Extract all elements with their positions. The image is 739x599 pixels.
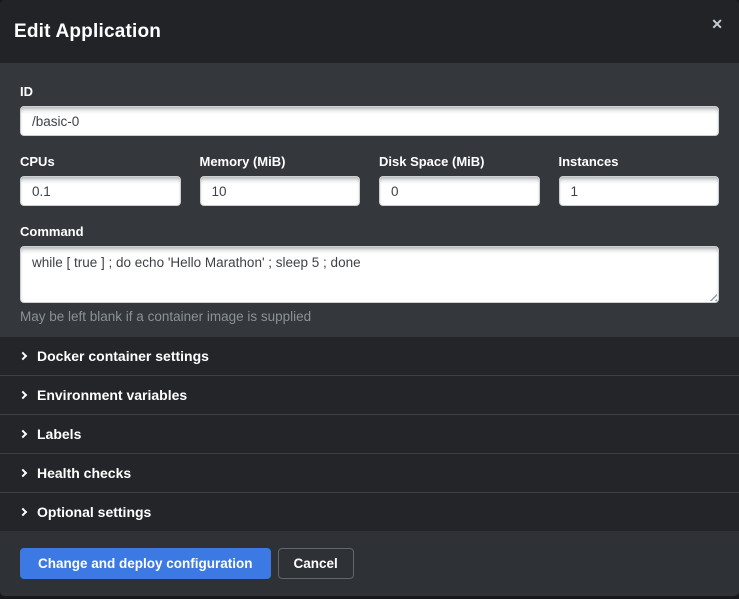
chevron-right-icon (19, 352, 27, 360)
resources-row: CPUs Memory (MiB) Disk Space (MiB) Insta… (20, 154, 719, 206)
edit-application-modal: Edit Application ✕ ID CPUs Memory (MiB) (0, 0, 739, 596)
disk-input[interactable] (379, 176, 540, 206)
section-labels[interactable]: Labels (0, 415, 739, 454)
cpus-input[interactable] (20, 176, 181, 206)
disk-field-group: Disk Space (MiB) (379, 154, 540, 206)
modal-header: Edit Application ✕ (0, 0, 739, 63)
id-input[interactable] (20, 106, 719, 136)
disk-label: Disk Space (MiB) (379, 154, 540, 169)
accordion: Docker container settings Environment va… (0, 337, 739, 531)
section-label: Optional settings (37, 504, 151, 520)
section-health-checks[interactable]: Health checks (0, 454, 739, 493)
command-textarea[interactable]: while [ true ] ; do echo 'Hello Marathon… (20, 246, 719, 303)
cpus-field-group: CPUs (20, 154, 181, 206)
chevron-right-icon (19, 430, 27, 438)
chevron-right-icon (19, 391, 27, 399)
cpus-label: CPUs (20, 154, 181, 169)
modal-body: ID CPUs Memory (MiB) Disk Space (MiB) In (0, 63, 739, 337)
section-label: Docker container settings (37, 348, 209, 364)
section-docker-container-settings[interactable]: Docker container settings (0, 337, 739, 376)
modal-title: Edit Application (14, 21, 161, 43)
chevron-right-icon (19, 508, 27, 516)
instances-input[interactable] (559, 176, 720, 206)
instances-field-group: Instances (559, 154, 720, 206)
modal-footer: Change and deploy configuration Cancel (0, 531, 739, 596)
section-label: Health checks (37, 465, 131, 481)
close-button[interactable]: ✕ (707, 13, 727, 35)
command-field-group: Command while [ true ] ; do echo 'Hello … (20, 224, 719, 324)
memory-input[interactable] (200, 176, 361, 206)
command-help-text: May be left blank if a container image i… (20, 309, 719, 324)
instances-label: Instances (559, 154, 720, 169)
close-icon: ✕ (711, 16, 723, 32)
memory-field-group: Memory (MiB) (200, 154, 361, 206)
change-and-deploy-button[interactable]: Change and deploy configuration (20, 548, 271, 579)
command-textarea-wrap: while [ true ] ; do echo 'Hello Marathon… (20, 246, 719, 303)
page-background: Edit Application ✕ ID CPUs Memory (MiB) (0, 0, 739, 599)
section-optional-settings[interactable]: Optional settings (0, 493, 739, 531)
cancel-button[interactable]: Cancel (278, 548, 354, 579)
memory-label: Memory (MiB) (200, 154, 361, 169)
chevron-right-icon (19, 469, 27, 477)
section-label: Environment variables (37, 387, 187, 403)
id-field-group: ID (20, 84, 719, 136)
command-label: Command (20, 224, 719, 239)
id-label: ID (20, 84, 719, 99)
section-label: Labels (37, 426, 81, 442)
section-environment-variables[interactable]: Environment variables (0, 376, 739, 415)
